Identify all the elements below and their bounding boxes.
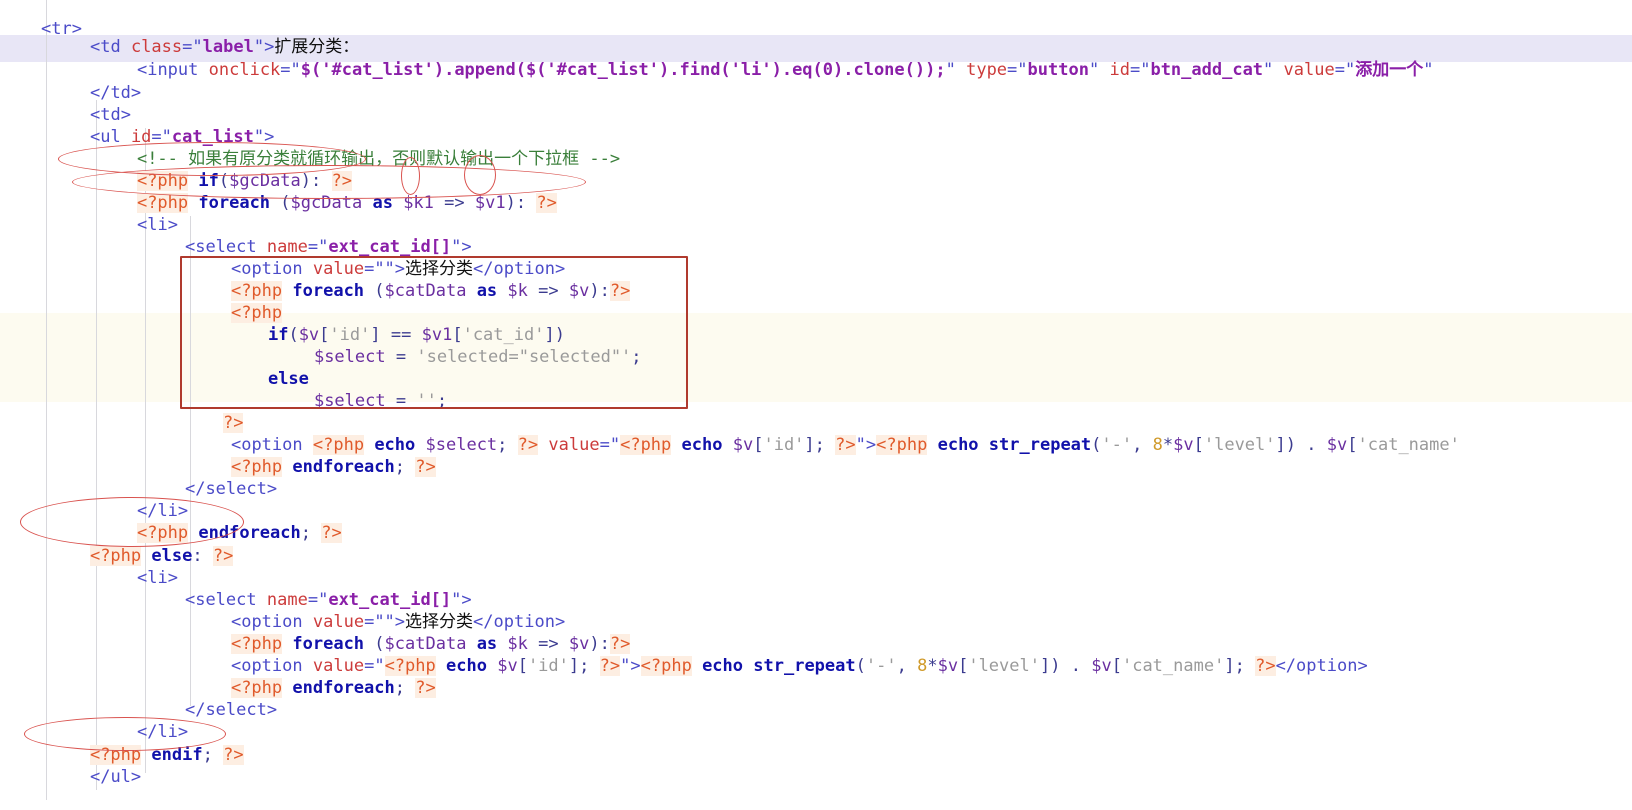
code-line: <select name="ext_cat_id[]"> <box>184 590 472 610</box>
code-line: <li> <box>136 215 178 235</box>
code-line: </td> <box>89 83 142 103</box>
code-line-php-else: <?php else: ?> <box>89 546 234 566</box>
code-line-php-endforeach: <?php endforeach; ?> <box>230 457 436 477</box>
code-line-php-else-inner: else <box>267 369 309 389</box>
code-line-php-assign: $select = ''; <box>313 391 448 411</box>
code-line-option-plain: <option value="<?php echo $v['id']; ?>">… <box>230 656 1368 676</box>
code-line: <option value="">选择分类</option> <box>230 259 566 279</box>
code-line: <select name="ext_cat_id[]"> <box>184 237 472 257</box>
code-line: <option value="">选择分类</option> <box>230 612 566 632</box>
code-line: </li> <box>136 722 189 742</box>
code-line-php-endforeach-2: <?php endforeach; ?> <box>230 678 436 698</box>
code-line-highlighted: <input onclick="$('#cat_list').append($(… <box>136 60 1434 80</box>
code-line: </li> <box>136 501 189 521</box>
code-editor[interactable]: <tr> <td class="label">扩展分类： <input oncl… <box>0 0 1632 800</box>
code-line: <li> <box>136 568 178 588</box>
code-line: </select> <box>184 700 278 720</box>
code-line-php-foreach: <?php foreach ($gcData as $k1 => $v1): ?… <box>136 193 557 213</box>
code-line: <td> <box>89 105 131 125</box>
code-line-php-endforeach-outer: <?php endforeach; ?> <box>136 523 342 543</box>
code-line-php-close: ?> <box>222 413 244 433</box>
code-line-php-open: <?php <box>230 303 283 323</box>
code-line-php-assign: $select = 'selected="selected"'; <box>313 347 642 367</box>
code-line-php-endif: <?php endif; ?> <box>89 745 244 765</box>
code-line-php-foreach-inner: <?php foreach ($catData as $k => $v):?> <box>230 281 631 301</box>
code-line-comment: <!-- 如果有原分类就循环输出，否则默认输出一个下拉框 --> <box>136 149 621 169</box>
code-line-php-foreach-inner-2: <?php foreach ($catData as $k => $v):?> <box>230 634 631 654</box>
code-line-php-if-inner: if($v['id'] == $v1['cat_id']) <box>267 325 565 345</box>
indent-guide <box>46 0 47 800</box>
code-line-option-selected: <option <?php echo $select; ?> value="<?… <box>230 435 1460 455</box>
code-line: </select> <box>184 479 278 499</box>
code-line-php-if: <?php if($gcData): ?> <box>136 171 353 191</box>
code-line: <ul id="cat_list"> <box>89 127 275 147</box>
code-line: <td class="label">扩展分类： <box>89 37 360 57</box>
code-line: </ul> <box>89 767 142 787</box>
